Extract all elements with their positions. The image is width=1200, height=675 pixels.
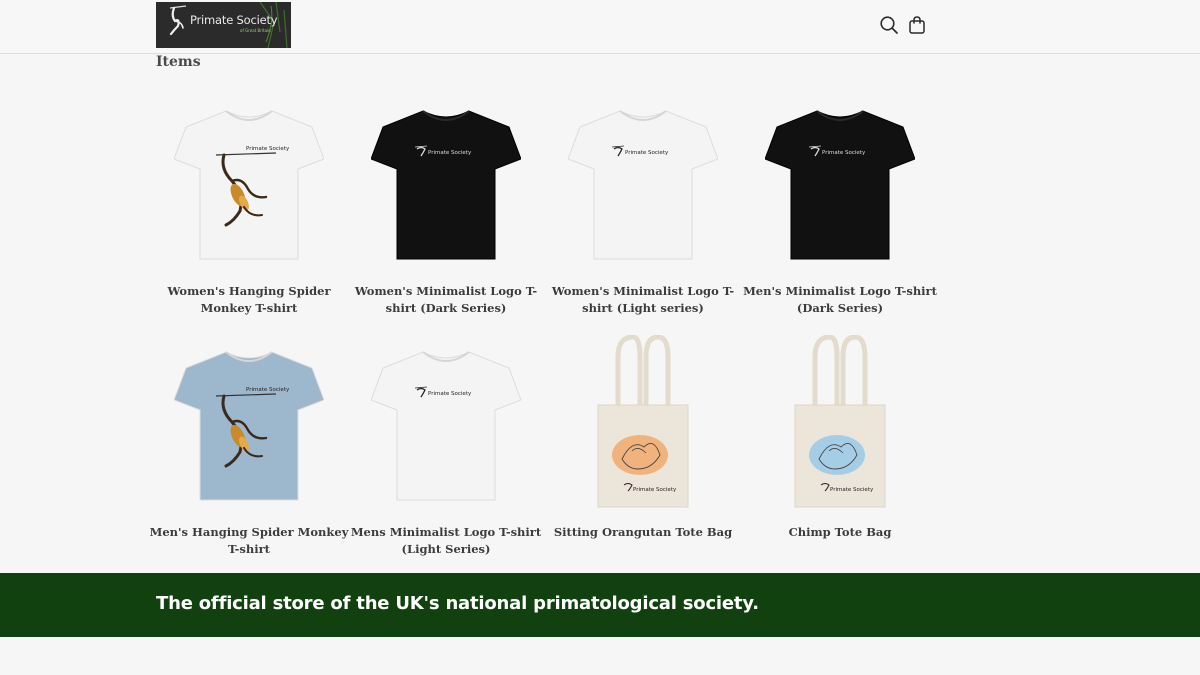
svg-text:Primate Society: Primate Society: [822, 150, 866, 156]
product-name[interactable]: Mens Minimalist Logo T-shirt (Light Seri…: [345, 524, 547, 558]
product-name[interactable]: Men's Minimalist Logo T-shirt (Dark Seri…: [739, 283, 941, 317]
tshirt-image: Primate Society: [174, 350, 324, 500]
svg-text:Primate Society: Primate Society: [428, 150, 472, 156]
cart-button[interactable]: [906, 14, 928, 36]
search-button[interactable]: [878, 14, 900, 36]
product-image[interactable]: Primate Society: [154, 337, 344, 507]
product-image[interactable]: Primate Society: [351, 96, 541, 266]
tote-bag-image: Primate Society: [597, 334, 689, 507]
svg-text:Primate Society: Primate Society: [246, 146, 290, 152]
product-name[interactable]: Sitting Orangutan Tote Bag: [542, 524, 744, 541]
product-name[interactable]: Chimp Tote Bag: [739, 524, 941, 541]
product-image[interactable]: Primate Society: [745, 334, 935, 507]
svg-text:Primate Society: Primate Society: [428, 391, 472, 397]
product-image[interactable]: Primate Society: [548, 96, 738, 266]
banner-tagline: The official store of the UK's national …: [156, 593, 759, 614]
svg-text:Primate Society: Primate Society: [830, 487, 874, 493]
footer-banner: The official store of the UK's national …: [0, 573, 1200, 637]
product-name[interactable]: Women's Minimalist Logo T-shirt (Light s…: [542, 283, 744, 317]
tshirt-image: Primate Society: [568, 109, 718, 259]
shopping-bag-icon: [909, 16, 925, 34]
tshirt-image: Primate Society: [174, 109, 324, 259]
product-image[interactable]: Primate Society: [745, 96, 935, 266]
tote-bag-image: Primate Society: [794, 334, 886, 507]
product-name[interactable]: Men's Hanging Spider Monkey T-shirt: [148, 524, 350, 558]
site-header: Primate Society of Great Britain: [0, 0, 1200, 54]
product-name[interactable]: Women's Minimalist Logo T-shirt (Dark Se…: [345, 283, 547, 317]
tshirt-image: Primate Society: [371, 350, 521, 500]
logo-subtext: of Great Britain: [240, 28, 271, 33]
logo-text: Primate Society: [190, 13, 278, 27]
product-image[interactable]: Primate Society: [548, 334, 738, 507]
svg-text:Primate Society: Primate Society: [625, 150, 669, 156]
svg-text:Primate Society: Primate Society: [633, 487, 677, 493]
product-image[interactable]: Primate Society: [351, 337, 541, 507]
svg-text:Primate Society: Primate Society: [246, 387, 290, 393]
section-title: Items: [156, 54, 201, 70]
primate-society-logo[interactable]: Primate Society of Great Britain: [156, 2, 291, 48]
product-name[interactable]: Women's Hanging Spider Monkey T-shirt: [148, 283, 350, 317]
product-image[interactable]: Primate Society: [154, 96, 344, 266]
search-icon: [880, 16, 898, 34]
tshirt-image: Primate Society: [371, 109, 521, 259]
tshirt-image: Primate Society: [765, 109, 915, 259]
